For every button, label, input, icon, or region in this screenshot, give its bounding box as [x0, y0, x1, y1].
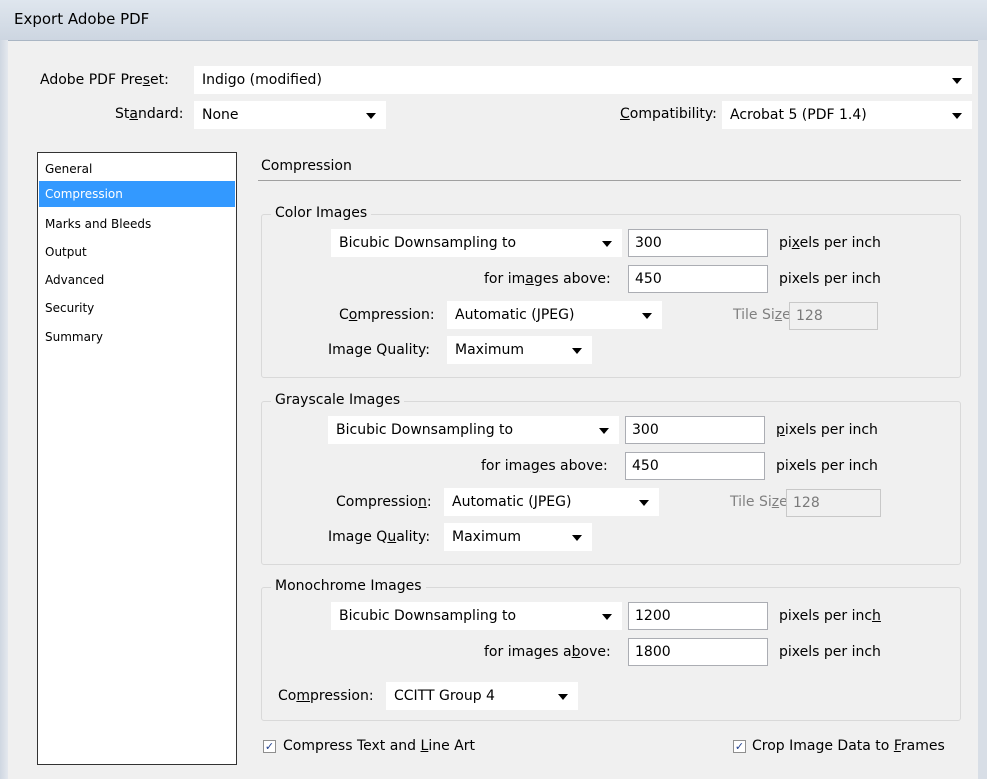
nav-item-summary[interactable]: Summary [39, 324, 235, 350]
grayscale-downsample-ppi-field[interactable]: 300 [625, 416, 765, 444]
grayscale-compression-label: Compression: [336, 494, 432, 510]
nav-item-compression[interactable]: Compression [39, 181, 235, 207]
grayscale-downsample-dropdown[interactable]: Bicubic Downsampling to [328, 416, 619, 444]
compress-text-checkbox[interactable]: ✓ [263, 740, 276, 753]
grayscale-above-label: for images above: [481, 458, 608, 474]
nav-item-advanced[interactable]: Advanced [39, 267, 235, 293]
title-bar[interactable]: Export Adobe PDF [0, 0, 987, 41]
monochrome-downsample-dropdown[interactable]: Bicubic Downsampling to [331, 602, 622, 630]
preset-label: Adobe PDF Preset: [40, 72, 169, 88]
panel-title-divider [258, 180, 961, 181]
window-frame-left [0, 40, 8, 779]
color-compression-label: Compression: [339, 307, 435, 323]
color-quality-dropdown[interactable]: Maximum [447, 336, 592, 364]
color-tile-size-label: Tile Size: [733, 307, 795, 323]
nav-item-general[interactable]: General [39, 156, 235, 182]
monochrome-above-ppi-field[interactable]: 1800 [628, 638, 768, 666]
chevron-down-icon [366, 113, 376, 119]
monochrome-compression-dropdown[interactable]: CCITT Group 4 [386, 682, 578, 710]
color-quality-label: Image Quality: [328, 342, 431, 358]
standard-dropdown[interactable]: None [194, 101, 386, 129]
color-compression-value: Automatic (JPEG) [455, 307, 575, 323]
grayscale-tile-size-label: Tile Size: [730, 494, 792, 510]
grayscale-quality-dropdown[interactable]: Maximum [444, 523, 592, 551]
compatibility-value: Acrobat 5 (PDF 1.4) [730, 107, 867, 123]
color-above-label: for images above: [484, 271, 611, 287]
color-downsample-ppi-field[interactable]: 300 [628, 229, 768, 257]
compatibility-dropdown[interactable]: Acrobat 5 (PDF 1.4) [722, 101, 972, 129]
crop-image-label[interactable]: Crop Image Data to Frames [752, 738, 945, 754]
color-images-title: Color Images [271, 205, 372, 221]
grayscale-quality-label: Image Quality: [328, 529, 431, 545]
grayscale-images-title: Grayscale Images [271, 392, 405, 408]
color-quality-value: Maximum [455, 342, 524, 358]
grayscale-compression-dropdown[interactable]: Automatic (JPEG) [444, 488, 659, 516]
color-compression-dropdown[interactable]: Automatic (JPEG) [447, 301, 662, 329]
monochrome-ppi-unit: pixels per inch [779, 608, 881, 624]
grayscale-ppi-unit: pixels per inch [776, 422, 878, 438]
chevron-down-icon [952, 78, 962, 84]
chevron-down-icon [558, 694, 568, 700]
chevron-down-icon [642, 313, 652, 319]
nav-item-security[interactable]: Security [39, 295, 235, 321]
color-tile-size-field[interactable]: 128 [789, 302, 878, 330]
standard-label: Standard: [115, 106, 184, 122]
chevron-down-icon [639, 500, 649, 506]
grayscale-downsample-value: Bicubic Downsampling to [336, 422, 514, 438]
standard-value: None [202, 107, 239, 123]
panel-title: Compression [261, 158, 352, 174]
monochrome-above-unit: pixels per inch [779, 644, 881, 660]
grayscale-above-unit: pixels per inch [776, 458, 878, 474]
crop-image-checkbox[interactable]: ✓ [733, 740, 746, 753]
preset-value: Indigo (modified) [202, 72, 322, 88]
grayscale-above-ppi-field[interactable]: 450 [625, 452, 765, 480]
window-title: Export Adobe PDF [14, 10, 150, 28]
chevron-down-icon [599, 428, 609, 434]
nav-item-marks-and-bleeds[interactable]: Marks and Bleeds [39, 211, 235, 237]
monochrome-downsample-value: Bicubic Downsampling to [339, 608, 517, 624]
chevron-down-icon [952, 113, 962, 119]
grayscale-tile-size-field[interactable]: 128 [786, 489, 881, 517]
chevron-down-icon [572, 535, 582, 541]
color-above-unit: pixels per inch [779, 271, 881, 287]
compress-text-label[interactable]: Compress Text and Line Art [283, 738, 475, 754]
category-list: General Compression Marks and Bleeds Out… [37, 152, 237, 765]
nav-item-output[interactable]: Output [39, 239, 235, 265]
chevron-down-icon [602, 241, 612, 247]
monochrome-downsample-ppi-field[interactable]: 1200 [628, 602, 768, 630]
chevron-down-icon [572, 348, 582, 354]
compatibility-label: Compatibility: [620, 106, 717, 122]
monochrome-images-title: Monochrome Images [271, 578, 426, 594]
color-ppi-unit: pixels per inch [779, 235, 881, 251]
preset-dropdown[interactable]: Indigo (modified) [194, 66, 972, 94]
grayscale-quality-value: Maximum [452, 529, 521, 545]
color-downsample-value: Bicubic Downsampling to [339, 235, 517, 251]
color-downsample-dropdown[interactable]: Bicubic Downsampling to [331, 229, 622, 257]
window-frame-right [978, 40, 987, 779]
grayscale-compression-value: Automatic (JPEG) [452, 494, 572, 510]
export-pdf-dialog: Export Adobe PDF Adobe PDF Preset: Indig… [0, 0, 987, 779]
monochrome-above-label: for images above: [484, 644, 611, 660]
monochrome-compression-label: Compression: [278, 688, 374, 704]
chevron-down-icon [602, 614, 612, 620]
monochrome-compression-value: CCITT Group 4 [394, 688, 495, 704]
color-above-ppi-field[interactable]: 450 [628, 265, 768, 293]
